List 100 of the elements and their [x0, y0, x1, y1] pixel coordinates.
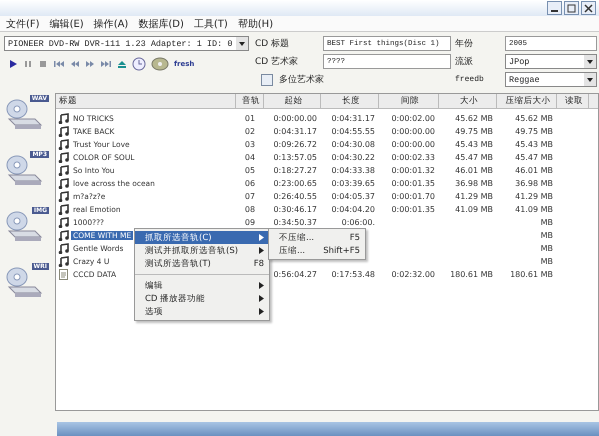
table-cell: 36.98 MB [515, 179, 553, 188]
table-cell: 45.62 MB [515, 114, 553, 123]
table-cell: 46.01 MB [455, 166, 493, 175]
table-cell: 0:04:31.17 [331, 114, 375, 123]
menu-item[interactable]: 抓取所选音轨(C) [135, 231, 269, 244]
table-cell: 03 [244, 140, 256, 149]
maximize-icon [567, 4, 576, 12]
menu-item[interactable]: 文件(F) [6, 16, 40, 30]
table-cell: 0:06:00. [342, 218, 375, 227]
table-cell: 46.01 MB [515, 166, 553, 175]
table-cell: 0:17:53.48 [331, 270, 375, 279]
table-cell: MB [540, 257, 553, 266]
table-cell: 0:04:05.37 [331, 192, 375, 201]
music-note-icon [58, 191, 69, 202]
close-button[interactable] [581, 1, 596, 15]
menu-item[interactable]: 数据库(D) [138, 16, 184, 30]
table-cell: 0:03:39.65 [331, 179, 375, 188]
table-cell: 41.09 MB [455, 205, 493, 214]
column-header[interactable]: 标题 [56, 94, 236, 108]
table-cell: 0:00:01.70 [391, 192, 435, 201]
table-cell: 05 [244, 166, 256, 175]
checkbox[interactable] [261, 74, 273, 86]
caret-icon [236, 37, 248, 50]
music-note-icon [58, 126, 69, 137]
table-cell: 0:00:02.00 [391, 114, 435, 123]
last-button[interactable] [100, 59, 112, 69]
menu-item[interactable]: 帮助(H) [238, 16, 274, 30]
field-label: CD 艺术家 [255, 56, 300, 68]
play-button[interactable] [8, 59, 18, 69]
menu-item[interactable]: 编辑 [135, 274, 269, 292]
table-cell: 0:04:33.38 [331, 166, 375, 175]
menu-item[interactable]: 不压缩... F5 [269, 231, 365, 244]
column-header[interactable]: 起始 [264, 94, 321, 108]
drive-dropdown[interactable]: PIONEER DVD-RW DVR-111 1.23 Adapter: 1 ID: 0 [4, 36, 249, 51]
field-label: freedb [455, 75, 485, 84]
minimize-button[interactable] [547, 1, 562, 15]
table-cell: 0:00:01.35 [391, 179, 435, 188]
menu-item[interactable]: 操作(A) [94, 16, 128, 30]
rew-button[interactable] [70, 59, 80, 69]
stop-button[interactable] [38, 59, 48, 69]
table-cell: 0:04:55.55 [331, 127, 375, 136]
eject-button[interactable] [117, 59, 127, 69]
close-icon [584, 4, 593, 12]
menu-item[interactable]: 选项 [135, 305, 269, 318]
table-cell: 41.29 MB [515, 192, 553, 201]
column-header[interactable]: 音轨 [236, 94, 264, 108]
table-cell: 45.43 MB [455, 140, 493, 149]
table-cell: 0:04:30.22 [331, 153, 375, 162]
clock-button[interactable] [132, 57, 146, 71]
table-cell: 09 [244, 218, 256, 227]
table-cell: 180.61 MB [510, 270, 553, 279]
table-cell: 0:04:31.17 [273, 127, 317, 136]
menu-item[interactable]: 测试并抓取所选音轨(S) [135, 244, 269, 257]
table-cell: 06 [244, 179, 256, 188]
caret-icon [584, 73, 596, 86]
table-cell: 0:00:02.33 [391, 153, 435, 162]
music-note-icon [58, 113, 69, 124]
table-cell: 0:02:32.00 [391, 270, 435, 279]
pause-button[interactable] [23, 59, 33, 69]
field-label: CD 标题 [255, 38, 290, 50]
menu-item[interactable]: 编辑(E) [50, 16, 84, 30]
horizontal-scrollbar[interactable] [57, 422, 599, 436]
music-note-icon [58, 256, 69, 267]
field-label: 年份 [455, 38, 474, 50]
freedb-genre-dropdown[interactable]: Reggae [505, 72, 597, 87]
table-cell: 0:18:27.27 [273, 166, 317, 175]
table-cell: 45.62 MB [455, 114, 493, 123]
table-cell: 41.09 MB [515, 205, 553, 214]
music-note-icon [58, 204, 69, 215]
table-cell: 45.47 MB [515, 153, 553, 162]
table-cell: 49.75 MB [515, 127, 553, 136]
first-button[interactable] [53, 59, 65, 69]
menu-item[interactable]: 压缩... Shift+F5 [269, 244, 365, 257]
column-header[interactable]: 压缩后大小 [497, 94, 557, 108]
caret-icon [584, 55, 596, 68]
table-cell: 45.43 MB [515, 140, 553, 149]
document-icon [58, 269, 69, 280]
column-header[interactable]: 长度 [321, 94, 379, 108]
maximize-button[interactable] [564, 1, 579, 15]
menu-item[interactable]: CD 播放器功能 [135, 292, 269, 305]
table-cell: 0:30:46.17 [273, 205, 317, 214]
table-cell: MB [540, 218, 553, 227]
column-header[interactable]: 间隙 [379, 94, 439, 108]
table-cell: 0:13:57.05 [273, 153, 317, 162]
music-note-icon [58, 139, 69, 150]
column-header[interactable]: 大小 [439, 94, 497, 108]
music-note-icon [58, 152, 69, 163]
column-header[interactable]: 读取 [557, 94, 589, 108]
genre-dropdown[interactable]: JPop [505, 54, 597, 69]
table-cell: 0:00:00.00 [273, 114, 317, 123]
menu-item[interactable]: 测试所选音轨(T) F8 [135, 257, 269, 270]
table-cell: 49.75 MB [455, 127, 493, 136]
cd-button[interactable] [151, 57, 169, 71]
table-cell: 0:56:04.27 [273, 270, 317, 279]
table-cell: 04 [244, 153, 256, 162]
table-cell: 07 [244, 192, 256, 201]
music-note-icon [58, 178, 69, 189]
menu-item[interactable]: 工具(T) [194, 16, 228, 30]
music-note-icon [58, 230, 69, 241]
ff-button[interactable] [85, 59, 95, 69]
